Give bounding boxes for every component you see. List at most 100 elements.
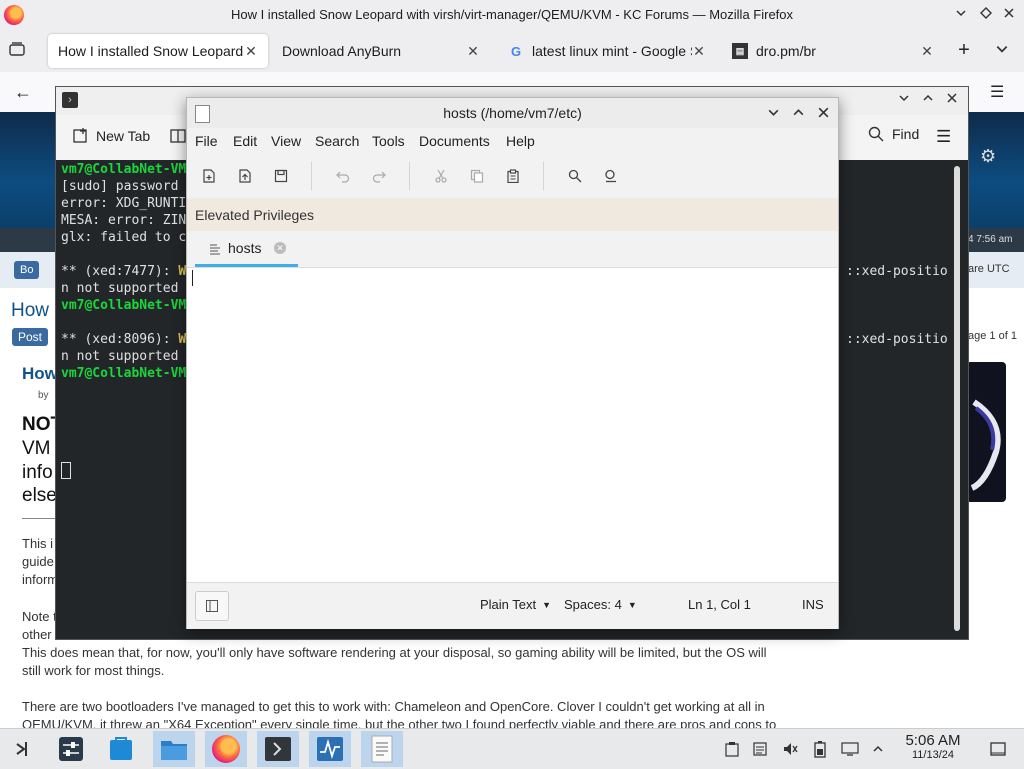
tab-close-icon[interactable]: ✕ — [274, 242, 286, 254]
file-manager-icon[interactable] — [153, 731, 195, 767]
open-document-icon[interactable] — [235, 166, 255, 186]
minimize-icon[interactable] — [950, 4, 972, 26]
xed-toolbar — [187, 154, 838, 199]
para-line: other — [22, 627, 52, 642]
find-icon[interactable] — [565, 166, 585, 186]
maximize-icon[interactable] — [792, 106, 805, 122]
find-replace-icon[interactable] — [601, 166, 621, 186]
new-tab-button[interactable]: New Tab — [72, 127, 150, 145]
tab-dro-pm[interactable]: ▤ dro.pm/br ✕ — [722, 34, 944, 68]
battery-icon[interactable] — [810, 739, 830, 759]
terminal-text: error: XDG_RUNTI — [61, 196, 187, 211]
minimize-icon[interactable] — [898, 92, 910, 107]
split-view-icon[interactable] — [170, 128, 186, 147]
redo-icon[interactable] — [369, 166, 389, 186]
minimize-icon[interactable] — [767, 106, 780, 122]
firefox-icon[interactable] — [205, 731, 247, 767]
menu-documents[interactable]: Documents — [419, 133, 490, 149]
tab-google-search[interactable]: G latest linux mint - Google Search ✕ — [498, 34, 716, 68]
tab-close-icon[interactable]: ✕ — [244, 43, 258, 60]
system-monitor-icon[interactable] — [309, 731, 351, 767]
tab-close-icon[interactable]: ✕ — [466, 43, 480, 60]
text-editor-area[interactable] — [187, 268, 838, 582]
post-reply-button[interactable]: Post — [12, 328, 49, 346]
close-icon[interactable] — [817, 106, 830, 122]
note-line-4: else — [22, 485, 57, 506]
close-icon[interactable] — [998, 4, 1020, 26]
copy-icon[interactable] — [467, 166, 487, 186]
menu-search[interactable]: Search — [315, 133, 359, 149]
restore-icon[interactable] — [975, 4, 997, 26]
show-desktop-icon[interactable] — [988, 739, 1008, 759]
konsole-icon[interactable] — [257, 731, 299, 767]
body-line: There are two bootloaders I've managed t… — [22, 699, 765, 714]
xed-titlebar: hosts (/home/vm7/etc) — [187, 98, 838, 128]
show-hidden-icons-icon[interactable] — [868, 739, 888, 759]
find-label: Find — [892, 126, 920, 142]
insert-mode: INS — [802, 597, 824, 612]
terminal-line: [sudo] password — [61, 179, 178, 194]
terminal-line: ::xed-positio — [846, 332, 948, 347]
side-panel-toggle-button[interactable] — [195, 591, 229, 621]
pagination: age 1 of 1 — [968, 330, 1017, 342]
network-icon[interactable] — [840, 739, 860, 759]
note-line-3: info — [22, 462, 53, 483]
hamburger-menu-icon[interactable]: ☰ — [990, 82, 1010, 102]
menu-edit[interactable]: Edit — [233, 133, 257, 149]
terminal-prompt: vm7@CollabNet-VM — [61, 162, 187, 177]
text-editor-icon[interactable] — [361, 731, 403, 767]
tab-close-icon[interactable]: ✕ — [920, 43, 934, 60]
terminal-line: glx: failed to c — [61, 230, 186, 245]
menu-file[interactable]: File — [195, 133, 218, 149]
dropdown-arrow-icon: ▼ — [542, 599, 552, 610]
back-arrow-icon[interactable]: ← — [14, 82, 36, 102]
language-label: Plain Text — [480, 597, 537, 612]
xed-window[interactable]: hosts (/home/vm7/etc) File Edit View Sea… — [186, 97, 839, 629]
menu-view[interactable]: View — [271, 133, 301, 149]
cut-icon[interactable] — [431, 166, 451, 186]
undo-icon[interactable] — [333, 166, 353, 186]
terminal-line: error: XDG_RUNTI — [61, 196, 186, 211]
tab-hosts[interactable]: hosts ✕ — [195, 231, 298, 267]
indent-selector[interactable]: Spaces: 4 ▼ — [564, 597, 637, 612]
tab-list-icon[interactable] — [8, 40, 30, 62]
new-document-icon[interactable] — [199, 166, 219, 186]
hamburger-menu-icon[interactable]: ☰ — [936, 127, 951, 147]
topic-title[interactable]: How — [11, 300, 49, 322]
terminal-line: vm7@CollabNet-VM — [61, 366, 186, 381]
terminal-text: ** (xed:7477): — [61, 264, 179, 279]
clock-date: 11/13/24 — [911, 749, 954, 761]
application-launcher-icon[interactable] — [2, 731, 44, 767]
menu-tools[interactable]: Tools — [372, 133, 405, 149]
tab-close-icon[interactable]: ✕ — [692, 43, 706, 60]
find-button[interactable]: Find — [868, 126, 919, 142]
terminal-text: ** (xed:8096): — [61, 332, 179, 347]
list-all-tabs-icon[interactable] — [995, 42, 1011, 58]
clock[interactable]: 5:06 AM 11/13/24 — [898, 732, 968, 761]
tab-anyburn[interactable]: Download AnyBurn ✕ — [272, 34, 490, 68]
save-icon[interactable] — [271, 166, 291, 186]
post-title[interactable]: How — [22, 364, 58, 384]
clipboard-icon[interactable] — [722, 739, 742, 759]
maximize-icon[interactable] — [922, 92, 934, 107]
breadcrumb-board[interactable]: Bo — [14, 261, 40, 279]
post-author: by — [38, 390, 49, 401]
forum-timezone: are UTC — [968, 263, 1010, 275]
close-icon[interactable] — [946, 92, 958, 107]
text-cursor — [192, 270, 193, 286]
xed-menubar: File Edit View Search Tools Documents He… — [187, 128, 838, 154]
discover-store-icon[interactable] — [100, 731, 142, 767]
terminal-scrollbar[interactable] — [954, 166, 960, 631]
paste-icon[interactable] — [503, 166, 523, 186]
notes-icon[interactable] — [750, 739, 770, 759]
language-selector[interactable]: Plain Text ▼ — [480, 597, 551, 612]
system-settings-icon[interactable] — [50, 731, 92, 767]
terminal-text: MESA: error: ZIN — [61, 213, 187, 228]
toolbar-separator — [311, 162, 312, 190]
menu-help[interactable]: Help — [506, 133, 535, 149]
cursor-position: Ln 1, Col 1 — [688, 597, 751, 612]
new-tab-icon[interactable]: + — [954, 40, 974, 60]
volume-muted-icon[interactable] — [780, 739, 800, 759]
settings-gear-icon[interactable]: ⚙ — [980, 146, 1000, 166]
tab-kc-forums[interactable]: How I installed Snow Leopard with virsh/… — [48, 34, 268, 68]
